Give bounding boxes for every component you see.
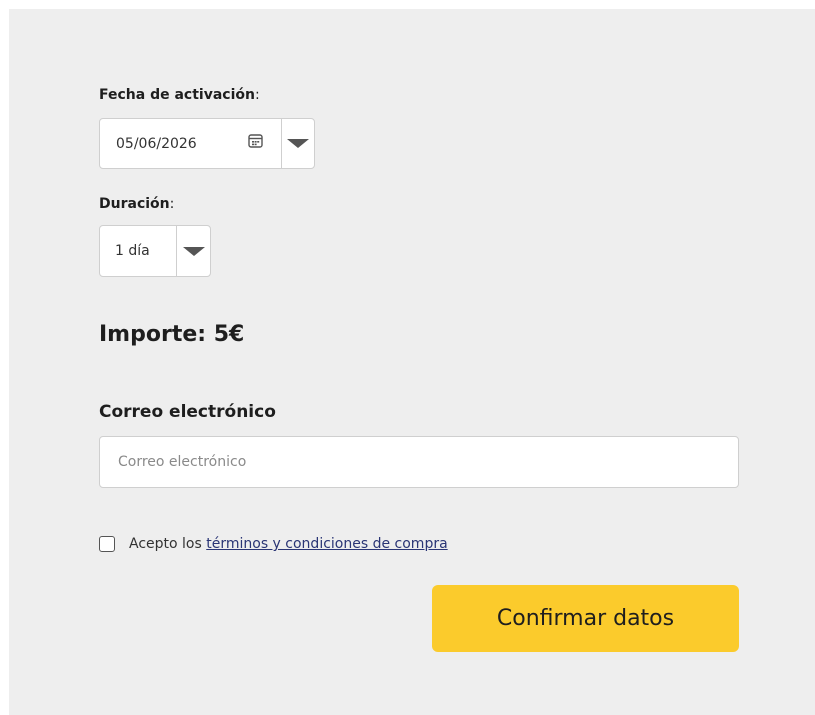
activation-date-label-text: Fecha de activación bbox=[99, 87, 255, 103]
terms-row: Acepto los términos y condiciones de com… bbox=[99, 536, 448, 552]
activation-date-label-colon: : bbox=[254, 87, 260, 103]
terms-prefix: Acepto los bbox=[129, 536, 207, 552]
caret-down-icon bbox=[287, 139, 309, 148]
duration-select[interactable]: 1 día bbox=[99, 225, 211, 277]
terms-checkbox[interactable] bbox=[99, 536, 115, 552]
confirm-button[interactable]: Confirmar datos bbox=[432, 585, 739, 652]
duration-label: Duración: bbox=[99, 196, 174, 212]
duration-label-text: Duración bbox=[99, 196, 170, 212]
activation-date-picker[interactable]: 05/06/2026 bbox=[99, 118, 315, 169]
duration-dropdown-toggle[interactable] bbox=[176, 226, 210, 276]
activation-date-label: Fecha de activación: bbox=[99, 87, 260, 103]
activation-date-dropdown-toggle[interactable] bbox=[281, 119, 314, 168]
duration-value[interactable]: 1 día bbox=[115, 243, 150, 259]
activation-date-value[interactable]: 05/06/2026 bbox=[116, 136, 197, 152]
duration-label-colon: : bbox=[169, 196, 175, 212]
calendar-icon[interactable] bbox=[248, 133, 263, 148]
caret-down-icon bbox=[182, 246, 205, 256]
terms-link[interactable]: términos y condiciones de compra bbox=[206, 536, 447, 552]
email-field[interactable] bbox=[99, 436, 739, 488]
email-label: Correo electrónico bbox=[99, 402, 276, 422]
amount-text: Importe: 5€ bbox=[99, 322, 245, 347]
